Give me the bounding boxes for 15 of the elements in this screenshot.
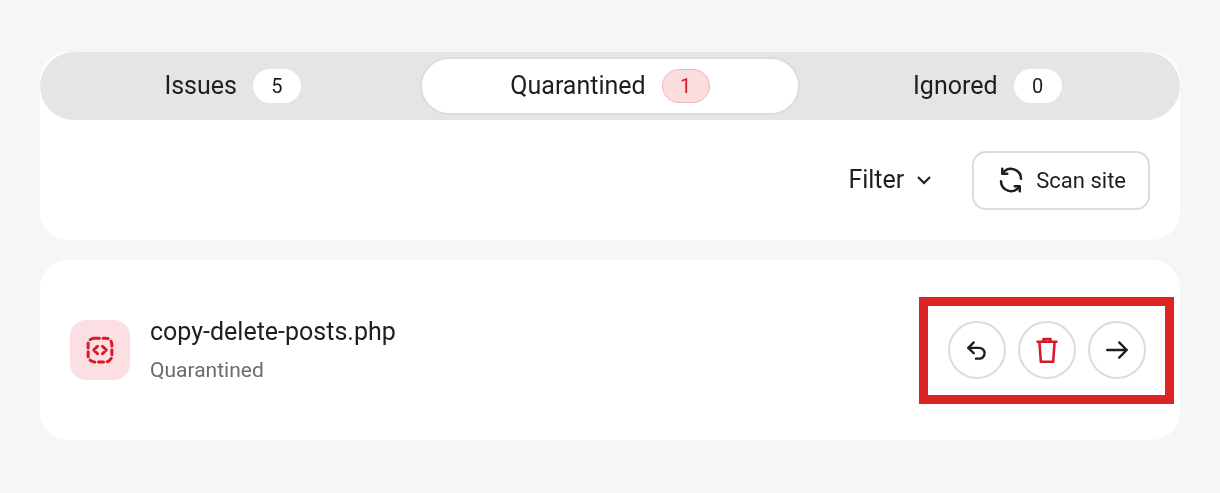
- code-file-icon: [70, 320, 130, 380]
- tab[interactable]: Ignored 0: [799, 57, 1175, 115]
- delete-button[interactable]: [1017, 321, 1076, 379]
- filter-dropdown[interactable]: Filter: [848, 161, 933, 199]
- chevron-down-icon: [916, 175, 933, 185]
- count-badge: 0: [1013, 69, 1062, 103]
- count-badge: 1: [661, 69, 710, 103]
- tab[interactable]: Quarantined 1: [420, 57, 800, 115]
- scan-site-button[interactable]: Scan site: [972, 150, 1150, 210]
- file-status: Quarantined: [150, 357, 265, 383]
- count-badge: 5: [252, 69, 301, 103]
- tab[interactable]: Issues 5: [45, 57, 421, 115]
- next-button[interactable]: [1087, 321, 1146, 379]
- file-name: copy-delete-posts.php: [150, 317, 397, 347]
- restore-button[interactable]: [947, 321, 1006, 379]
